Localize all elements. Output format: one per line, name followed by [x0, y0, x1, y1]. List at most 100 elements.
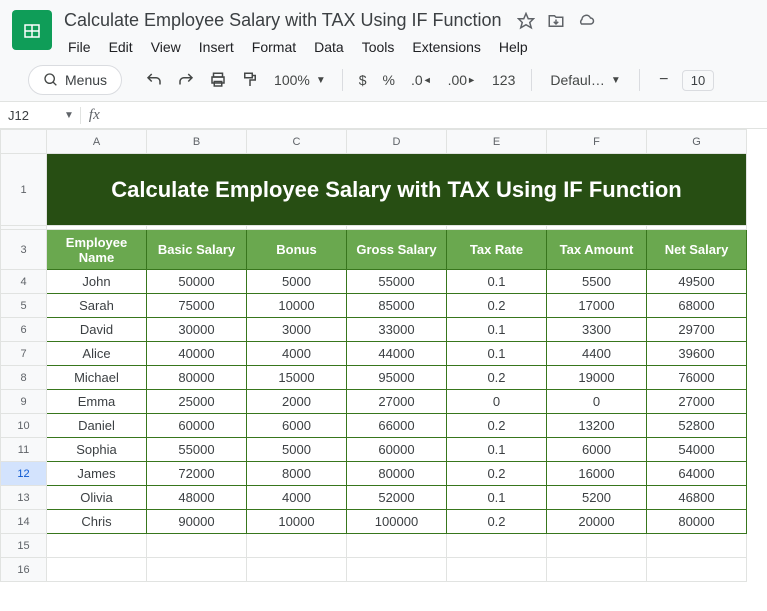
table-data-cell[interactable]: 0.2 [447, 462, 547, 486]
column-header[interactable]: C [247, 130, 347, 154]
decrease-font-button[interactable]: − [650, 66, 678, 94]
sheets-logo[interactable] [12, 10, 52, 50]
row-header[interactable]: 15 [1, 534, 47, 558]
menu-file[interactable]: File [60, 35, 99, 59]
table-data-cell[interactable]: 80000 [647, 510, 747, 534]
row-header[interactable]: 1 [1, 154, 47, 226]
table-data-cell[interactable]: 27000 [347, 390, 447, 414]
table-data-cell[interactable]: Michael [47, 366, 147, 390]
table-data-cell[interactable]: 19000 [547, 366, 647, 390]
zoom-dropdown[interactable]: 100%▼ [268, 72, 332, 88]
row-header[interactable]: 11 [1, 438, 47, 462]
row-header[interactable]: 9 [1, 390, 47, 414]
table-data-cell[interactable]: 0.1 [447, 342, 547, 366]
table-data-cell[interactable]: 5500 [547, 270, 647, 294]
spreadsheet-area[interactable]: A B C D E F G 1Calculate Employee Salary… [0, 129, 767, 611]
table-data-cell[interactable]: 95000 [347, 366, 447, 390]
table-data-cell[interactable]: 13200 [547, 414, 647, 438]
table-data-cell[interactable]: 0.2 [447, 366, 547, 390]
table-data-cell[interactable]: 64000 [647, 462, 747, 486]
table-data-cell[interactable]: 27000 [647, 390, 747, 414]
table-data-cell[interactable]: 29700 [647, 318, 747, 342]
table-data-cell[interactable]: Chris [47, 510, 147, 534]
table-data-cell[interactable]: 4000 [247, 486, 347, 510]
decrease-decimal-button[interactable]: .0◄ [405, 72, 438, 88]
table-data-cell[interactable]: 55000 [347, 270, 447, 294]
table-data-cell[interactable]: 16000 [547, 462, 647, 486]
table-header-cell[interactable]: Net Salary [647, 230, 747, 270]
row-header[interactable]: 7 [1, 342, 47, 366]
move-icon[interactable] [546, 11, 566, 31]
table-data-cell[interactable]: 80000 [347, 462, 447, 486]
document-title[interactable]: Calculate Employee Salary with TAX Using… [60, 8, 506, 33]
menu-edit[interactable]: Edit [101, 35, 141, 59]
table-data-cell[interactable]: 55000 [147, 438, 247, 462]
table-data-cell[interactable]: 15000 [247, 366, 347, 390]
table-data-cell[interactable]: 33000 [347, 318, 447, 342]
cell[interactable] [247, 558, 347, 582]
table-data-cell[interactable]: 40000 [147, 342, 247, 366]
row-header[interactable]: 6 [1, 318, 47, 342]
table-data-cell[interactable]: 3300 [547, 318, 647, 342]
table-data-cell[interactable]: 44000 [347, 342, 447, 366]
table-data-cell[interactable]: 4000 [247, 342, 347, 366]
table-data-cell[interactable]: 0.2 [447, 510, 547, 534]
table-data-cell[interactable]: 52800 [647, 414, 747, 438]
menu-insert[interactable]: Insert [191, 35, 242, 59]
table-data-cell[interactable]: 46800 [647, 486, 747, 510]
table-data-cell[interactable]: 5000 [247, 270, 347, 294]
table-header-cell[interactable]: Basic Salary [147, 230, 247, 270]
column-header[interactable]: D [347, 130, 447, 154]
table-data-cell[interactable]: 25000 [147, 390, 247, 414]
table-data-cell[interactable]: 10000 [247, 294, 347, 318]
column-header[interactable]: F [547, 130, 647, 154]
cell[interactable] [347, 558, 447, 582]
undo-button[interactable] [140, 66, 168, 94]
table-data-cell[interactable]: 66000 [347, 414, 447, 438]
column-header[interactable]: A [47, 130, 147, 154]
table-data-cell[interactable]: 85000 [347, 294, 447, 318]
cell[interactable] [347, 534, 447, 558]
table-data-cell[interactable]: 75000 [147, 294, 247, 318]
column-header[interactable]: B [147, 130, 247, 154]
table-data-cell[interactable]: 0 [547, 390, 647, 414]
table-data-cell[interactable]: 48000 [147, 486, 247, 510]
row-header[interactable]: 12 [1, 462, 47, 486]
table-header-cell[interactable]: Tax Rate [447, 230, 547, 270]
table-data-cell[interactable]: 5000 [247, 438, 347, 462]
cell[interactable] [247, 534, 347, 558]
table-data-cell[interactable]: 76000 [647, 366, 747, 390]
percent-button[interactable]: % [377, 72, 401, 88]
row-header[interactable]: 8 [1, 366, 47, 390]
table-data-cell[interactable]: 0.2 [447, 414, 547, 438]
redo-button[interactable] [172, 66, 200, 94]
cell[interactable] [447, 558, 547, 582]
table-data-cell[interactable]: John [47, 270, 147, 294]
table-data-cell[interactable]: Daniel [47, 414, 147, 438]
table-data-cell[interactable]: 5200 [547, 486, 647, 510]
table-data-cell[interactable]: 60000 [147, 414, 247, 438]
row-header[interactable]: 5 [1, 294, 47, 318]
formula-bar[interactable] [108, 102, 767, 128]
table-data-cell[interactable]: 39600 [647, 342, 747, 366]
menu-extensions[interactable]: Extensions [404, 35, 488, 59]
table-data-cell[interactable]: 100000 [347, 510, 447, 534]
table-data-cell[interactable]: 0.1 [447, 318, 547, 342]
row-header[interactable]: 16 [1, 558, 47, 582]
row-header[interactable]: 4 [1, 270, 47, 294]
cell[interactable] [547, 558, 647, 582]
table-header-cell[interactable]: Bonus [247, 230, 347, 270]
table-data-cell[interactable]: 8000 [247, 462, 347, 486]
cell[interactable] [647, 558, 747, 582]
table-data-cell[interactable]: 4400 [547, 342, 647, 366]
name-box-dropdown[interactable]: ▼ [58, 110, 80, 121]
table-data-cell[interactable]: 50000 [147, 270, 247, 294]
table-data-cell[interactable]: 2000 [247, 390, 347, 414]
menu-tools[interactable]: Tools [354, 35, 403, 59]
name-box[interactable]: J12 [0, 108, 58, 123]
table-data-cell[interactable]: Sarah [47, 294, 147, 318]
table-data-cell[interactable]: 80000 [147, 366, 247, 390]
table-data-cell[interactable]: 52000 [347, 486, 447, 510]
table-data-cell[interactable]: Olivia [47, 486, 147, 510]
sheet-title-cell[interactable]: Calculate Employee Salary with TAX Using… [47, 154, 747, 226]
